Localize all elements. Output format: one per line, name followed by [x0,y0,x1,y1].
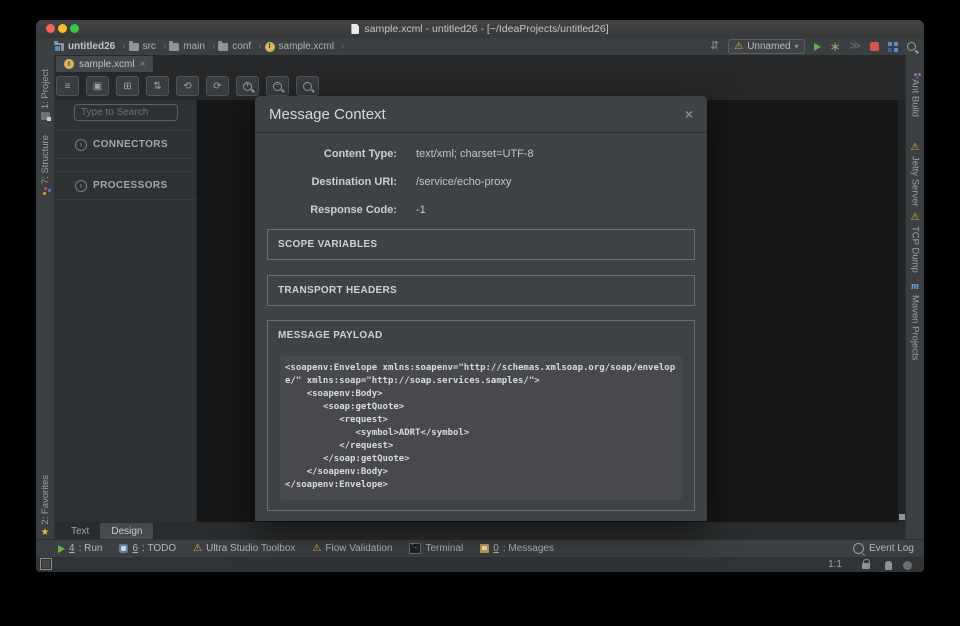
caret-position[interactable]: 1:1 [828,559,842,570]
background-tasks-icon[interactable] [903,561,912,570]
editor-tab-strip: I sample.xcml × [54,55,906,73]
zoom-in-button[interactable]: + [236,76,259,96]
refresh-button[interactable]: ⟳ [206,76,229,96]
tab-text[interactable]: Text [60,523,100,539]
tcp-dump-icon: ⚠ [910,212,920,223]
payload-code-block: <soapenv:Envelope xmlns:soapenv="http://… [280,356,682,500]
window-title: sample.xcml - untitled26 - [~/IdeaProjec… [36,20,924,38]
find-button[interactable] [296,76,319,96]
breadcrumb-item-conf[interactable]: conf › [218,40,262,52]
section-message-payload[interactable]: MESSAGE PAYLOAD <soapenv:Envelope xmlns:… [267,320,695,511]
tool-windows-grid-icon[interactable] [888,41,892,46]
sidebar-item-favorites[interactable]: 2: Favorites ★ [36,475,54,538]
event-log-icon [852,543,864,554]
sidebar-item-structure[interactable]: 7: Structure [36,135,54,191]
breadcrumb-item-untitled26[interactable]: untitled26 › [54,40,126,52]
inspection-profile-icon[interactable] [885,561,892,570]
field-content-type: Content Type: text/xml; charset=UTF-8 [323,148,534,160]
palette-section-connectors[interactable]: › CONNECTORS [54,130,196,159]
palette-section-processors[interactable]: › PROCESSORS [54,171,196,200]
breadcrumb: untitled26 › src › main › conf › I sample.xc… [36,38,924,55]
favorites-star-icon: ★ [40,527,50,538]
search-everywhere-icon[interactable] [907,42,916,51]
sidebar-item-jetty-server[interactable]: ⚠ Jetty Server [906,143,924,207]
jetty-server-icon: ⚠ [910,142,920,153]
structure-tool-icon [43,187,47,191]
ultra-studio-toolbox-button[interactable]: ⚠ Ultra Studio Toolbox [193,543,295,554]
xcml-file-icon: I [264,41,275,52]
sidebar-item-maven-projects[interactable]: m Maven Projects [906,281,924,360]
dialog-title: Message Context [269,105,386,123]
close-dialog-icon[interactable]: × [685,106,693,122]
breadcrumb-item-main[interactable]: main › [169,40,215,52]
chevron-down-icon: ▾ [794,42,799,51]
terminal-tool-window-button[interactable]: Terminal [409,542,463,554]
stop-button[interactable] [870,42,879,51]
run-configuration-select[interactable]: ⚠ Unnamed ▾ [728,39,805,54]
status-bar: 1:1 [36,557,924,572]
section-scope-variables[interactable]: SCOPE VARIABLES [267,229,695,260]
write-lock-icon[interactable] [862,559,870,569]
ultra-studio-icon: ⚠ [193,542,203,554]
expand-icon: › [75,138,87,151]
editor-mode-tabs: Text Design [54,522,906,540]
run-icon [58,544,65,553]
xcml-file-icon: I [64,59,74,69]
cleanup-button[interactable]: ⟲ [176,76,199,96]
palette-search-input[interactable] [74,104,178,121]
settings-sync-icon[interactable]: ⇵ [710,41,719,52]
sidebar-item-tcp-dump[interactable]: ⚠ TCP Dump [906,213,924,273]
folder-icon [128,40,139,51]
field-destination-uri: Destination URI: /service/echo-proxy [311,176,512,188]
grid-view-button[interactable]: ⊞ [116,76,139,96]
menu-button[interactable]: ≡ [56,76,79,96]
palette-panel: › CONNECTORS › PROCESSORS [54,100,197,522]
todo-tool-window-button[interactable]: 6: TODO [119,543,176,554]
tab-design[interactable]: Design [100,523,154,539]
expand-icon: › [75,179,87,192]
run-tool-window-button[interactable]: 4: Run [58,543,102,554]
folder-icon [218,40,229,51]
message-context-dialog: Message Context × Content Type: text/xml… [255,96,707,521]
align-button[interactable]: ⇅ [146,76,169,96]
document-icon [351,24,360,34]
project-folder-icon [54,40,64,52]
zoom-out-button[interactable]: − [266,76,289,96]
field-response-code: Response Code: -1 [310,204,426,216]
breadcrumb-item-src[interactable]: src › [128,40,166,52]
terminal-icon [409,542,422,554]
run-config-icon: ⚠ [734,40,744,52]
ant-build-icon [913,73,917,76]
sidebar-item-project[interactable]: 1: Project [36,69,54,122]
section-transport-headers[interactable]: TRANSPORT HEADERS [267,275,695,306]
folder-icon [169,40,180,51]
payload-xml: <soapenv:Envelope xmlns:soapenv="http://… [285,363,676,490]
debug-button[interactable]: ∗ [830,40,841,53]
breadcrumb-item-file[interactable]: I sample.xcml › [264,41,344,52]
tool-window-bar: 4: Run 6: TODO ⚠ Ultra Studio Toolbox ⚠ … [36,539,924,557]
toggle-toolwindow-bars-button[interactable] [40,558,52,570]
close-tab-icon[interactable]: × [140,59,146,70]
messages-icon [480,544,490,553]
left-tool-stripe: 1: Project 7: Structure 2: Favorites ★ [36,55,55,540]
dialog-header: Message Context × [255,96,707,133]
messages-tool-window-button[interactable]: 0: Messages [480,543,554,554]
mac-titlebar: sample.xcml - untitled26 - [~/IdeaProjec… [36,20,924,39]
tab-sample-xcml[interactable]: I sample.xcml × [56,56,154,72]
run-button[interactable] [813,42,821,51]
ide-window: sample.xcml - untitled26 - [~/IdeaProjec… [36,20,924,572]
right-tool-stripe: Ant Build ⚠ Jetty Server ⚠ TCP Dump m Ma… [905,55,924,540]
event-log-button[interactable]: Event Log [852,543,914,554]
project-tool-icon [40,112,51,122]
coverage-button[interactable]: ≫ [849,41,861,52]
maven-icon: m [911,281,919,292]
flow-validation-button[interactable]: ⚠ Flow Validation [312,543,392,554]
panel-view-button[interactable]: ▣ [86,76,109,96]
todo-icon [119,544,129,553]
flow-validation-icon: ⚠ [312,542,322,554]
sidebar-item-ant-build[interactable]: Ant Build [906,73,924,117]
